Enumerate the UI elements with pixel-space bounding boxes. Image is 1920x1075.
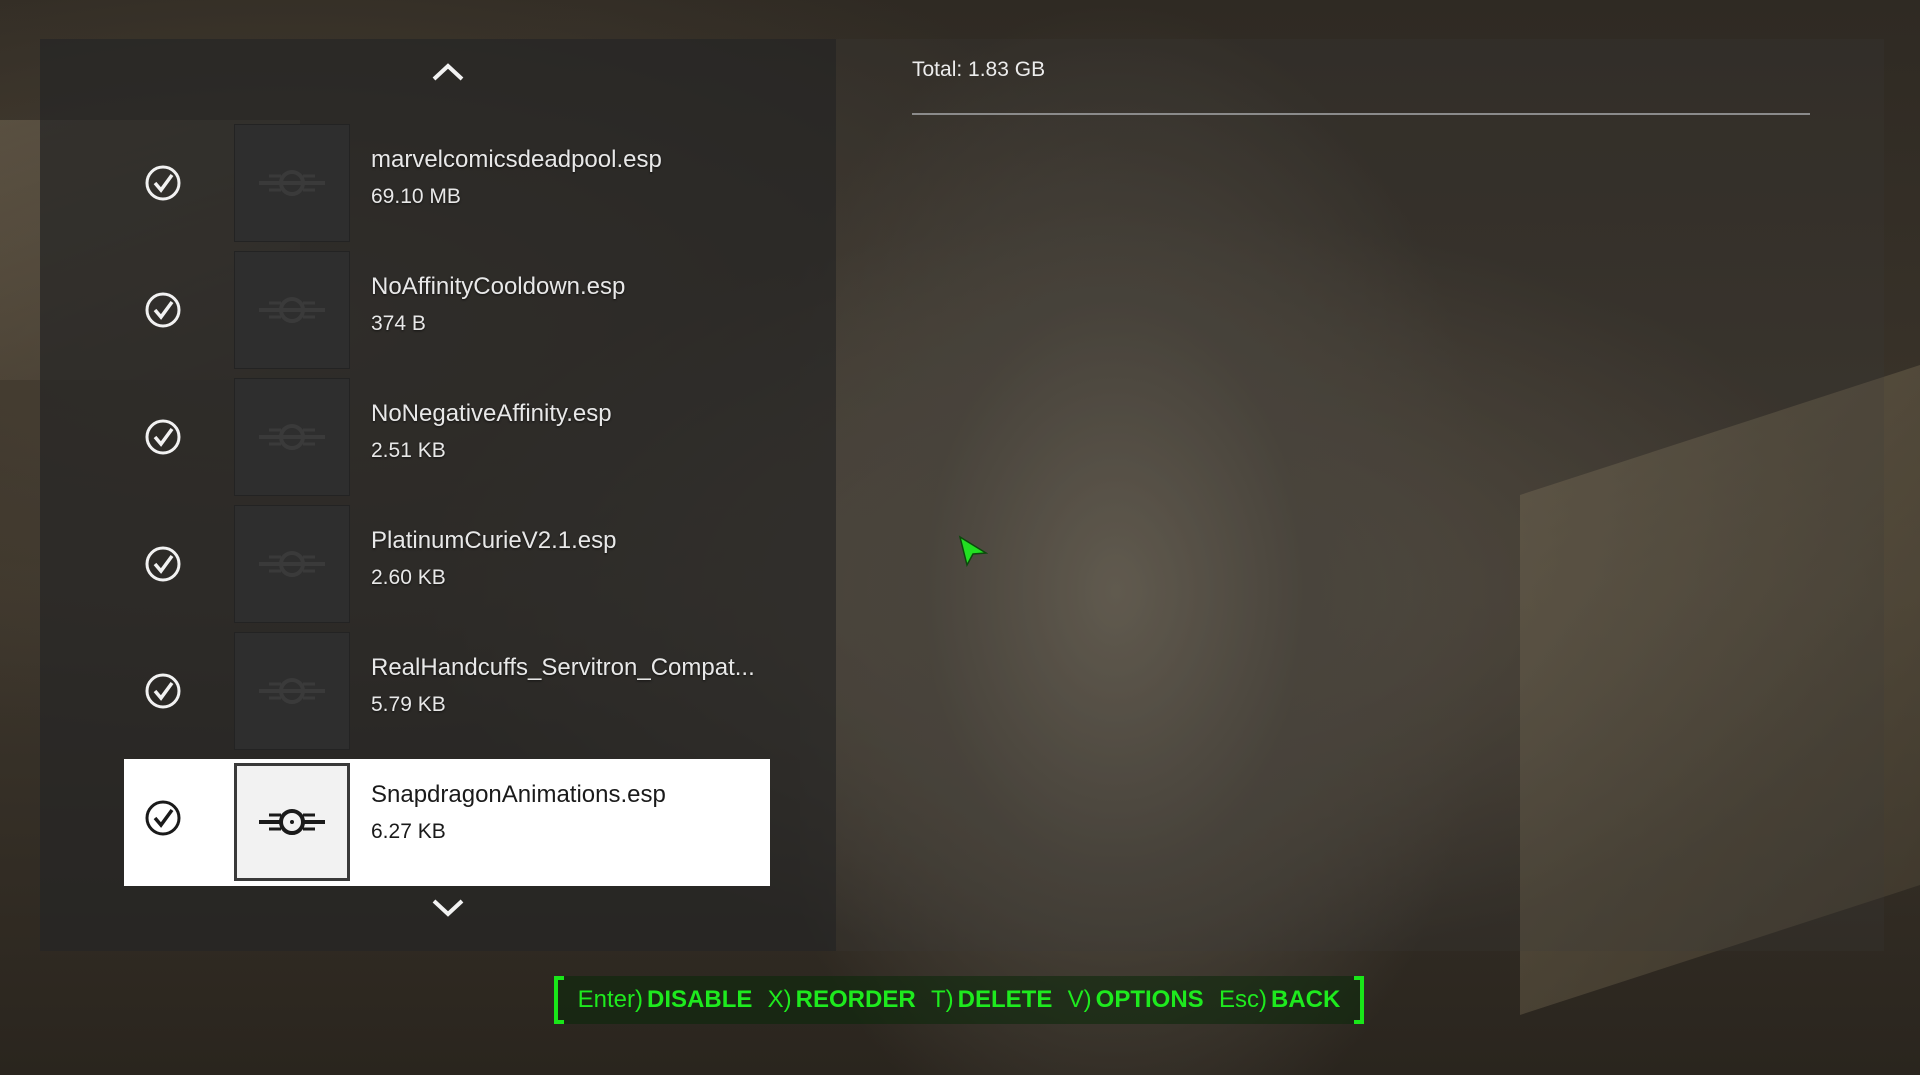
mod-name: SnapdragonAnimations.esp bbox=[371, 781, 666, 808]
back-button[interactable]: Esc) BACK bbox=[1219, 986, 1340, 1014]
vault-tec-placeholder-icon bbox=[234, 378, 350, 496]
chevron-down-icon[interactable] bbox=[430, 896, 466, 920]
total-size-label: Total: 1.83 GB bbox=[912, 58, 1046, 81]
checkmark-circle-icon[interactable] bbox=[144, 291, 182, 329]
mod-size: 5.79 KB bbox=[371, 693, 446, 716]
action-label: DISABLE bbox=[647, 986, 753, 1013]
bracket-left bbox=[554, 976, 564, 1024]
disable-button[interactable]: Enter) DISABLE bbox=[578, 986, 753, 1014]
mod-size: 374 B bbox=[371, 312, 426, 335]
mouse-cursor-icon bbox=[958, 535, 988, 567]
mod-size: 6.27 KB bbox=[371, 820, 446, 843]
checkmark-circle-icon[interactable] bbox=[144, 672, 182, 710]
list-item-selected[interactable]: SnapdragonAnimations.esp 6.27 KB bbox=[124, 759, 770, 886]
mod-name: PlatinumCurieV2.1.esp bbox=[371, 527, 617, 554]
checkmark-circle-icon[interactable] bbox=[144, 164, 182, 202]
list-item[interactable]: NoNegativeAffinity.esp 2.51 KB bbox=[124, 378, 770, 505]
list-item[interactable]: NoAffinityCooldown.esp 374 B bbox=[124, 251, 770, 378]
divider bbox=[912, 113, 1810, 115]
key-hint: X) bbox=[767, 986, 792, 1013]
action-label: OPTIONS bbox=[1095, 986, 1204, 1013]
key-hint: T) bbox=[931, 986, 954, 1013]
checkmark-circle-icon[interactable] bbox=[144, 418, 182, 456]
mod-size: 2.60 KB bbox=[371, 566, 446, 589]
mod-size: 69.10 MB bbox=[371, 185, 461, 208]
vault-tec-placeholder-icon bbox=[234, 505, 350, 623]
mod-name: NoAffinityCooldown.esp bbox=[371, 273, 626, 300]
checkmark-circle-icon[interactable] bbox=[144, 799, 182, 837]
bracket-right bbox=[1354, 976, 1364, 1024]
vault-tec-placeholder-icon bbox=[234, 251, 350, 369]
mod-name: NoNegativeAffinity.esp bbox=[371, 400, 612, 427]
button-hint-bar: Enter) DISABLE X) REORDER T) DELETE V) OPTIO… bbox=[554, 976, 1364, 1024]
vault-tec-placeholder-icon bbox=[234, 124, 350, 242]
list-item[interactable]: RealHandcuffs_Servitron_Compat... 5.79 K… bbox=[124, 632, 770, 759]
checkmark-circle-icon[interactable] bbox=[144, 545, 182, 583]
list-item[interactable]: marvelcomicsdeadpool.esp 69.10 MB bbox=[124, 124, 770, 251]
reorder-button[interactable]: X) REORDER bbox=[768, 986, 916, 1014]
chevron-up-icon[interactable] bbox=[430, 60, 466, 84]
details-panel bbox=[836, 39, 1884, 951]
list-item[interactable]: PlatinumCurieV2.1.esp 2.60 KB bbox=[124, 505, 770, 632]
key-hint: Esc) bbox=[1218, 986, 1267, 1013]
options-button[interactable]: V) OPTIONS bbox=[1068, 986, 1204, 1014]
mod-name: RealHandcuffs_Servitron_Compat... bbox=[371, 654, 755, 681]
delete-button[interactable]: T) DELETE bbox=[931, 986, 1052, 1014]
vault-tec-placeholder-icon bbox=[234, 763, 350, 881]
mod-list: marvelcomicsdeadpool.esp 69.10 MB NoAffi… bbox=[124, 124, 770, 886]
action-label: REORDER bbox=[795, 986, 916, 1013]
vault-tec-placeholder-icon bbox=[234, 632, 350, 750]
key-hint: Enter) bbox=[577, 986, 644, 1013]
action-label: DELETE bbox=[957, 986, 1053, 1013]
key-hint: V) bbox=[1067, 986, 1092, 1013]
mod-size: 2.51 KB bbox=[371, 439, 446, 462]
mod-name: marvelcomicsdeadpool.esp bbox=[371, 146, 662, 173]
action-label: BACK bbox=[1270, 986, 1341, 1013]
